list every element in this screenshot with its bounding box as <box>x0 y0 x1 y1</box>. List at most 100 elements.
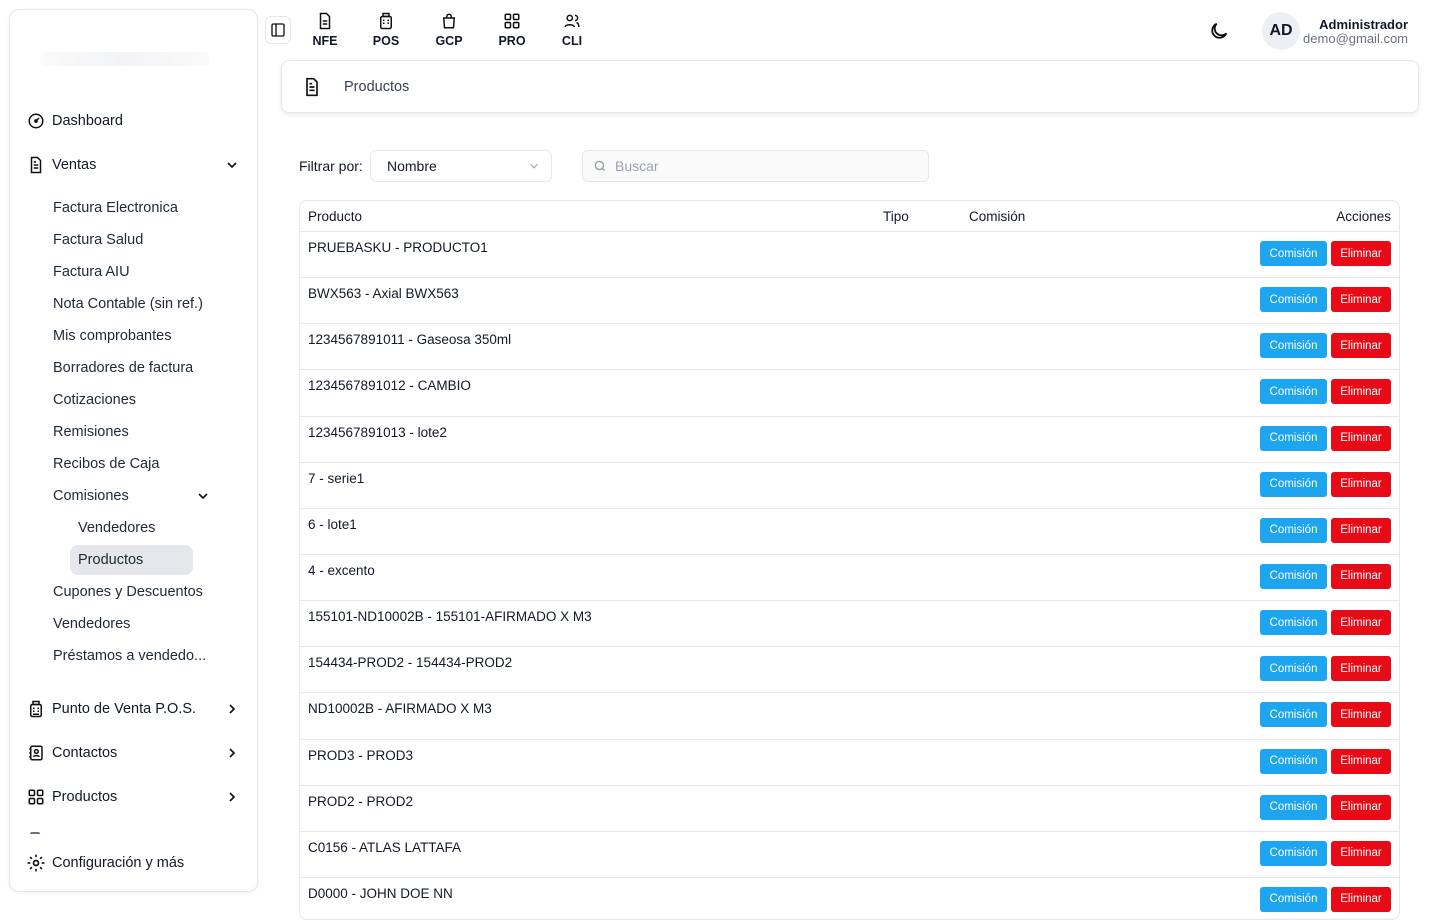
chevron-right-icon <box>229 792 236 802</box>
table-row: PROD3 - PROD3 Comisión Eliminar <box>300 740 1399 786</box>
eliminar-button[interactable]: Eliminar <box>1331 886 1391 912</box>
sidebar-item-productos[interactable]: Productos <box>26 783 250 811</box>
sidebar-subitem[interactable]: Borradores de factura <box>53 354 193 382</box>
bag-icon <box>442 13 456 29</box>
comision-button[interactable]: Comisión <box>1260 241 1327 266</box>
sidebar-subitem-comisiones[interactable]: Comisiones <box>53 482 129 510</box>
sidebar-item-pos[interactable]: Punto de Venta P.O.S. <box>26 695 250 723</box>
products-table: Producto Tipo Comisión Acciones PRUEBASK… <box>299 200 1400 920</box>
filter-select[interactable]: Nombre <box>370 150 552 182</box>
sidebar-toggle-button[interactable] <box>265 16 291 44</box>
breadcrumb: Productos <box>281 60 1419 113</box>
product-name: 1234567891012 - CAMBIO <box>308 378 471 394</box>
comision-button[interactable]: Comisión <box>1260 425 1327 451</box>
sidebar-item-label: Punto de Venta P.O.S. <box>52 701 197 717</box>
eliminar-button[interactable]: Eliminar <box>1331 610 1391 636</box>
sidebar-subitem[interactable]: Cupones y Descuentos <box>53 578 203 606</box>
comision-button[interactable]: Comisión <box>1260 702 1327 728</box>
app-label: PRO <box>498 34 526 48</box>
sidebar-subitem[interactable]: Recibos de Caja <box>53 450 159 478</box>
product-name: 1234567891011 - Gaseosa 350ml <box>308 332 512 348</box>
table-row: PRUEBASKU - PRODUCTO1 Comisión Eliminar <box>300 232 1399 279</box>
comision-button[interactable]: Comisión <box>1260 287 1327 313</box>
comision-button[interactable]: Comisión <box>1260 563 1327 589</box>
document-icon <box>319 12 331 30</box>
product-name: 155101-ND10002B - 155101-AFIRMADO X M3 <box>308 609 592 625</box>
eliminar-button[interactable]: Eliminar <box>1331 840 1391 866</box>
sidebar-subitem[interactable]: Remisiones <box>53 418 129 446</box>
chevron-down-icon <box>227 162 237 169</box>
dashboard-icon <box>26 111 46 131</box>
table-row: C0156 - ATLAS LATTAFA Comisión Eliminar <box>300 832 1399 878</box>
sidebar-item-configuracion[interactable]: Configuración y más <box>26 849 250 877</box>
column-header-acciones: Acciones <box>1336 209 1391 224</box>
contacts-icon <box>26 743 46 763</box>
sidebar-item-dashboard[interactable]: Dashboard <box>26 107 250 135</box>
eliminar-button[interactable]: Eliminar <box>1331 656 1391 682</box>
scroll-hint <box>30 832 40 836</box>
eliminar-button[interactable]: Eliminar <box>1331 517 1391 543</box>
moon-icon[interactable] <box>1208 20 1230 42</box>
gear-icon <box>26 853 46 873</box>
sidebar-subitem[interactable]: Factura Salud <box>53 226 143 254</box>
comision-button[interactable]: Comisión <box>1260 379 1327 405</box>
table-row: 1234567891013 - lote2 Comisión Eliminar <box>300 417 1399 463</box>
search-icon <box>594 160 606 172</box>
product-name: 154434-PROD2 - 154434-PROD2 <box>308 655 513 671</box>
sidebar: Dashboard Ventas Factura Electronica Fac… <box>9 9 258 892</box>
product-name: ND10002B - AFIRMADO X M3 <box>308 701 492 717</box>
eliminar-button[interactable]: Eliminar <box>1331 425 1391 451</box>
eliminar-button[interactable]: Eliminar <box>1331 748 1391 774</box>
product-name: 4 - excento <box>308 562 375 578</box>
chevron-down-icon[interactable] <box>195 488 211 504</box>
sidebar-item-label: Productos <box>52 789 118 805</box>
comision-button[interactable]: Comisión <box>1260 333 1327 359</box>
comision-button[interactable]: Comisión <box>1260 886 1327 912</box>
comision-button[interactable]: Comisión <box>1260 610 1327 636</box>
eliminar-button[interactable]: Eliminar <box>1331 333 1391 359</box>
table-row: 6 - lote1 Comisión Eliminar <box>300 509 1399 555</box>
eliminar-button[interactable]: Eliminar <box>1331 702 1391 728</box>
sidebar-item-contactos[interactable]: Contactos <box>26 739 250 767</box>
column-header-producto: Producto <box>308 209 363 224</box>
app-gcp[interactable]: GCP <box>424 12 474 52</box>
filter-select-value: Nombre <box>387 158 437 174</box>
column-header-tipo: Tipo <box>883 209 909 224</box>
document-icon <box>26 155 46 175</box>
avatar[interactable]: AD <box>1262 12 1300 50</box>
comision-button[interactable]: Comisión <box>1260 517 1327 543</box>
eliminar-button[interactable]: Eliminar <box>1331 794 1391 820</box>
comision-button[interactable]: Comisión <box>1260 471 1327 497</box>
app-pos[interactable]: POS <box>361 12 411 52</box>
product-name: 1234567891013 - lote2 <box>308 424 447 440</box>
sidebar-subitem[interactable]: Nota Contable (sin ref.) <box>53 290 203 318</box>
comision-button[interactable]: Comisión <box>1260 794 1327 820</box>
sidebar-item-ventas[interactable]: Ventas <box>26 151 250 179</box>
sidebar-subitem[interactable]: Vendedores <box>53 610 130 638</box>
search-box[interactable] <box>582 150 929 182</box>
eliminar-button[interactable]: Eliminar <box>1331 241 1391 266</box>
comision-button[interactable]: Comisión <box>1260 748 1327 774</box>
sidebar-subitem[interactable]: Cotizaciones <box>53 386 136 414</box>
logo <box>30 40 220 80</box>
sidebar-subitem[interactable]: Factura AIU <box>53 258 130 286</box>
sidebar-subitem[interactable]: Préstamos a vendedo... <box>53 642 206 670</box>
sidebar-subitem[interactable]: Factura Electronica <box>53 194 178 222</box>
app-pro[interactable]: PRO <box>487 12 537 52</box>
sidebar-subitem-vendedores[interactable]: Vendedores <box>70 513 193 543</box>
app-nfe[interactable]: NFE <box>300 12 350 52</box>
sidebar-subitem-productos-active[interactable]: Productos <box>70 545 193 575</box>
comision-button[interactable]: Comisión <box>1260 656 1327 682</box>
eliminar-button[interactable]: Eliminar <box>1331 471 1391 497</box>
sidebar-subitem[interactable]: Mis comprobantes <box>53 322 171 350</box>
eliminar-button[interactable]: Eliminar <box>1331 287 1391 313</box>
eliminar-button[interactable]: Eliminar <box>1331 563 1391 589</box>
comision-button[interactable]: Comisión <box>1260 840 1327 866</box>
table-header: Producto Tipo Comisión Acciones <box>300 201 1399 232</box>
app-cli[interactable]: CLI <box>547 12 597 52</box>
search-input[interactable] <box>615 158 915 174</box>
table-row: 7 - serie1 Comisión Eliminar <box>300 463 1399 509</box>
table-row: ND10002B - AFIRMADO X M3 Comisión Eliminar <box>300 693 1399 740</box>
page-title: Productos <box>344 78 410 95</box>
eliminar-button[interactable]: Eliminar <box>1331 379 1391 405</box>
